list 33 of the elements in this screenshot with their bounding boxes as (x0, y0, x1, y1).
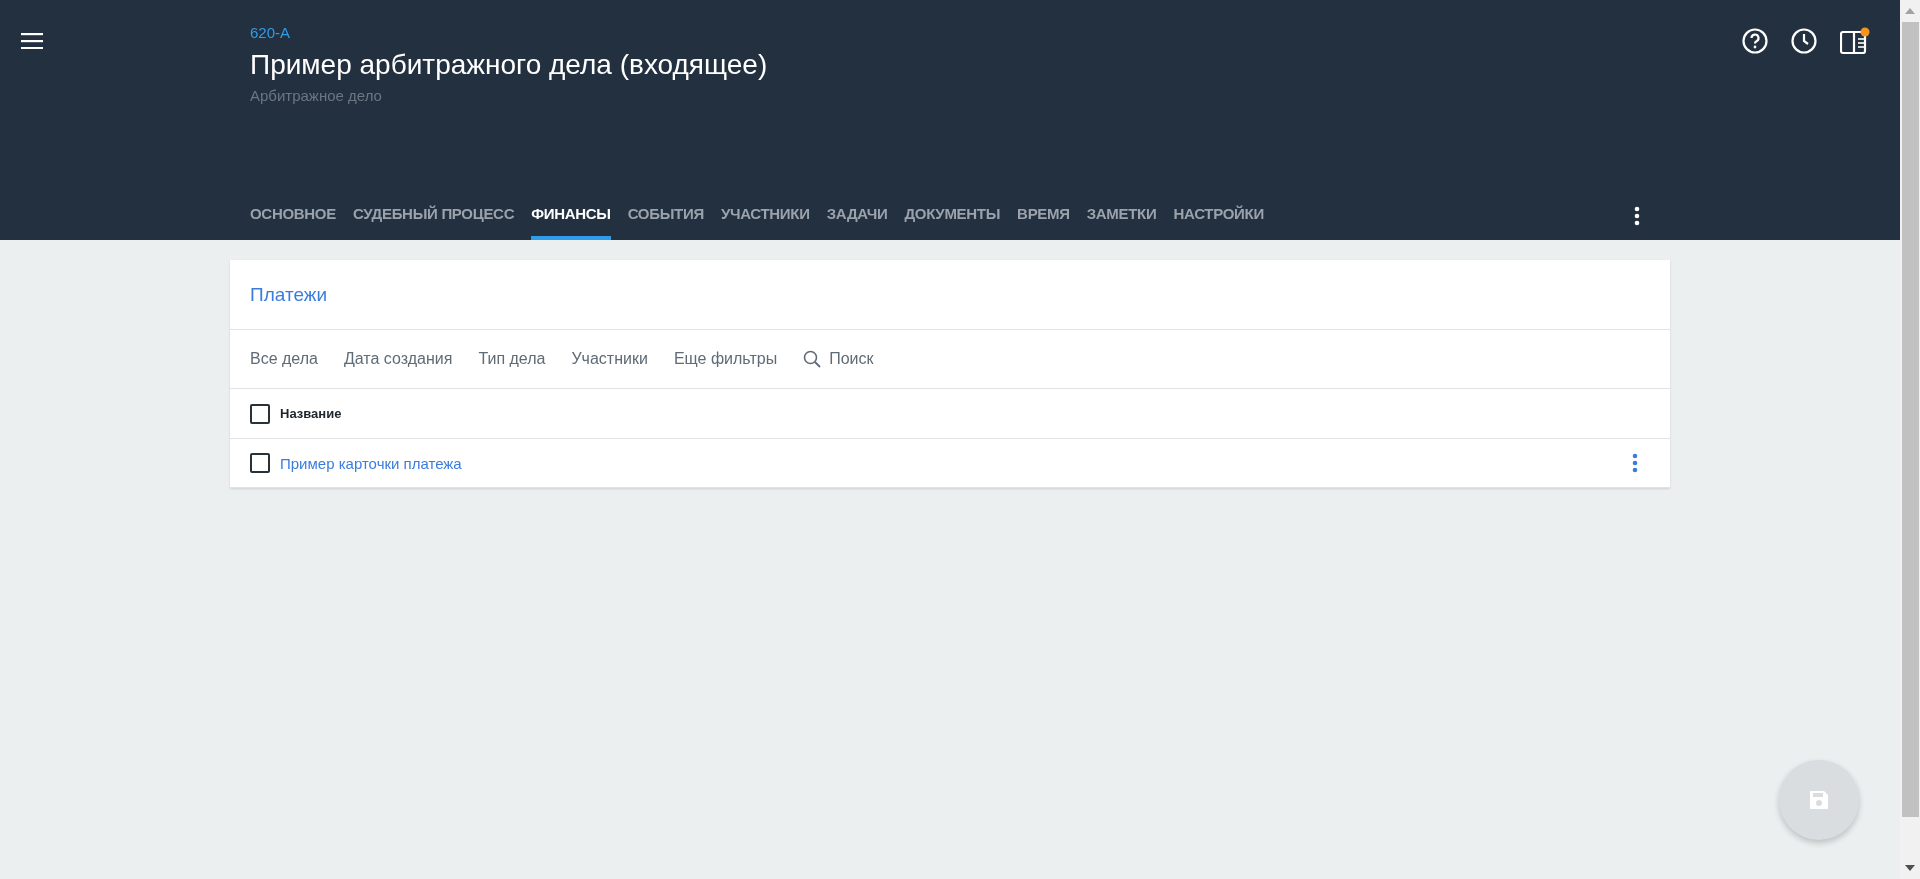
page-subtitle: Арбитражное дело (250, 87, 383, 104)
page-title: Пример арбитражного дела (входящее) (250, 49, 769, 81)
case-number: 620-A (250, 24, 292, 41)
search-button[interactable]: Поиск (803, 350, 874, 368)
tab[interactable]: ДОКУМЕНТЫ (904, 191, 1001, 240)
scrollbar-thumb[interactable] (1901, 22, 1919, 817)
scrollbar[interactable] (1900, 0, 1920, 879)
help-icon[interactable] (1742, 27, 1768, 55)
tab[interactable]: ВРЕМЯ (1017, 191, 1070, 240)
more-icon[interactable] (1634, 205, 1640, 226)
scroll-down-arrow-icon[interactable] (1905, 865, 1915, 871)
tab[interactable]: ЗАДАЧИ (826, 191, 888, 240)
column-header: Название (280, 406, 342, 421)
tab[interactable]: ОСНОВНОЕ (250, 191, 336, 240)
clock-icon[interactable] (1791, 27, 1817, 55)
filter-button[interactable]: Дата создания (343, 350, 453, 368)
tab[interactable]: НАСТРОЙКИ (1173, 191, 1264, 240)
tab[interactable]: СОБЫТИЯ (627, 191, 704, 240)
menu-icon[interactable] (21, 33, 43, 49)
search-icon (803, 350, 822, 368)
tab[interactable]: ФИНАНСЫ (531, 191, 611, 240)
filter-button[interactable]: Тип дела (478, 350, 546, 368)
tab[interactable]: УЧАСТНИКИ (720, 191, 810, 240)
checkbox[interactable] (250, 403, 270, 424)
tab[interactable]: ЗАМЕТКИ (1086, 191, 1157, 240)
filter-button[interactable]: Участники (571, 350, 648, 368)
card-title: Платежи (250, 283, 328, 306)
filter-button[interactable]: Все дела (250, 350, 318, 368)
tab[interactable]: СУДЕБНЫЙ ПРОЦЕСС (352, 191, 515, 240)
checkbox[interactable] (250, 453, 270, 473)
payment-link[interactable]: Пример карточки платежа (280, 454, 1632, 472)
filter-button[interactable]: Еще фильтры (673, 350, 778, 368)
side-panel-icon[interactable] (1840, 27, 1870, 55)
